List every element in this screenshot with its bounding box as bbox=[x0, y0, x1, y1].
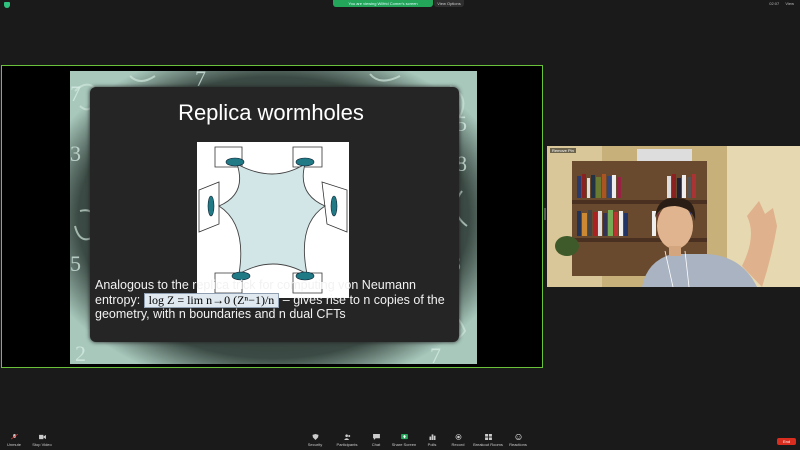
top-bar: You are viewing Wilfrid Comer's screen V… bbox=[0, 0, 800, 10]
view-button[interactable]: View bbox=[785, 1, 794, 6]
formula-box: log Z = lim n→0 (Zⁿ−1)/n bbox=[143, 292, 280, 308]
participants-button[interactable]: Participants bbox=[332, 434, 362, 447]
share-screen-button[interactable]: Share Screen bbox=[390, 434, 418, 447]
slide-caption: Analogous to the replica trick for compu… bbox=[95, 278, 475, 322]
chat-label: Chat bbox=[371, 442, 381, 447]
record-button[interactable]: Record bbox=[444, 434, 472, 447]
svg-text:2: 2 bbox=[75, 341, 86, 364]
svg-text:5: 5 bbox=[70, 251, 81, 276]
slide-title: Replica wormholes bbox=[178, 100, 364, 125]
end-meeting-button[interactable]: End bbox=[777, 438, 796, 445]
breakout-rooms-button[interactable]: Breakout Rooms bbox=[473, 434, 503, 447]
resize-handle[interactable] bbox=[544, 208, 546, 220]
bar-chart-icon bbox=[429, 434, 435, 440]
svg-text:3: 3 bbox=[70, 141, 81, 166]
video-camera-icon bbox=[38, 434, 46, 440]
reactions-label: Reactions bbox=[509, 442, 527, 447]
reactions-button[interactable]: Reactions bbox=[504, 434, 532, 447]
security-label: Security bbox=[307, 442, 323, 447]
caption-line-1: Analogous to the replica trick for compu… bbox=[95, 278, 417, 292]
chat-bubble-icon bbox=[372, 434, 380, 440]
chat-button[interactable]: Chat bbox=[362, 434, 390, 447]
caption-line-3: geometry, with n boundaries and n dual C… bbox=[95, 307, 346, 321]
top-right-controls: 02:07 View bbox=[764, 1, 794, 6]
breakout-rooms-label: Breakout Rooms bbox=[473, 442, 503, 447]
video-tile[interactable]: Remove Pin bbox=[547, 146, 800, 287]
polls-label: Polls bbox=[427, 442, 437, 447]
participant-name-label[interactable]: Remove Pin bbox=[550, 148, 576, 153]
participants-icon bbox=[343, 434, 350, 440]
speaker-video bbox=[547, 146, 800, 287]
unmute-button[interactable]: Unmute bbox=[0, 434, 28, 447]
shared-screen: 7 7 5 8 3 5 3 2 7 Replica wormholes bbox=[1, 65, 543, 368]
breakout-rooms-icon bbox=[484, 434, 492, 440]
unmute-label: Unmute bbox=[6, 442, 21, 447]
stop-video-label: Stop Video bbox=[32, 442, 52, 447]
share-screen-label: Share Screen bbox=[391, 442, 417, 447]
caption-line-2-pre: entropy: bbox=[95, 292, 141, 307]
viewing-banner: You are viewing Wilfrid Comer's screen bbox=[333, 0, 433, 7]
share-screen-icon bbox=[400, 434, 408, 440]
shield-icon bbox=[312, 434, 318, 440]
polls-button[interactable]: Polls bbox=[418, 434, 446, 447]
meeting-toolbar: Unmute Stop Video Security Participants … bbox=[0, 433, 800, 450]
view-options-button[interactable]: View Options bbox=[434, 0, 464, 7]
record-label: Record bbox=[451, 442, 465, 447]
shield-icon[interactable] bbox=[4, 2, 10, 8]
wormhole-figure bbox=[197, 142, 349, 298]
participants-label: Participants bbox=[336, 442, 358, 447]
caption-line-2-post: – gives rise to n copies of the bbox=[282, 292, 445, 307]
record-icon bbox=[455, 434, 461, 440]
stop-video-button[interactable]: Stop Video bbox=[28, 434, 56, 447]
security-button[interactable]: Security bbox=[301, 434, 329, 447]
caption-line-2: entropy: log Z = lim n→0 (Zⁿ−1)/n – give… bbox=[95, 292, 475, 308]
microphone-muted-icon bbox=[10, 434, 18, 440]
svg-text:7: 7 bbox=[430, 343, 441, 364]
clock-label: 02:07 bbox=[769, 1, 780, 6]
smiley-icon bbox=[514, 434, 522, 440]
